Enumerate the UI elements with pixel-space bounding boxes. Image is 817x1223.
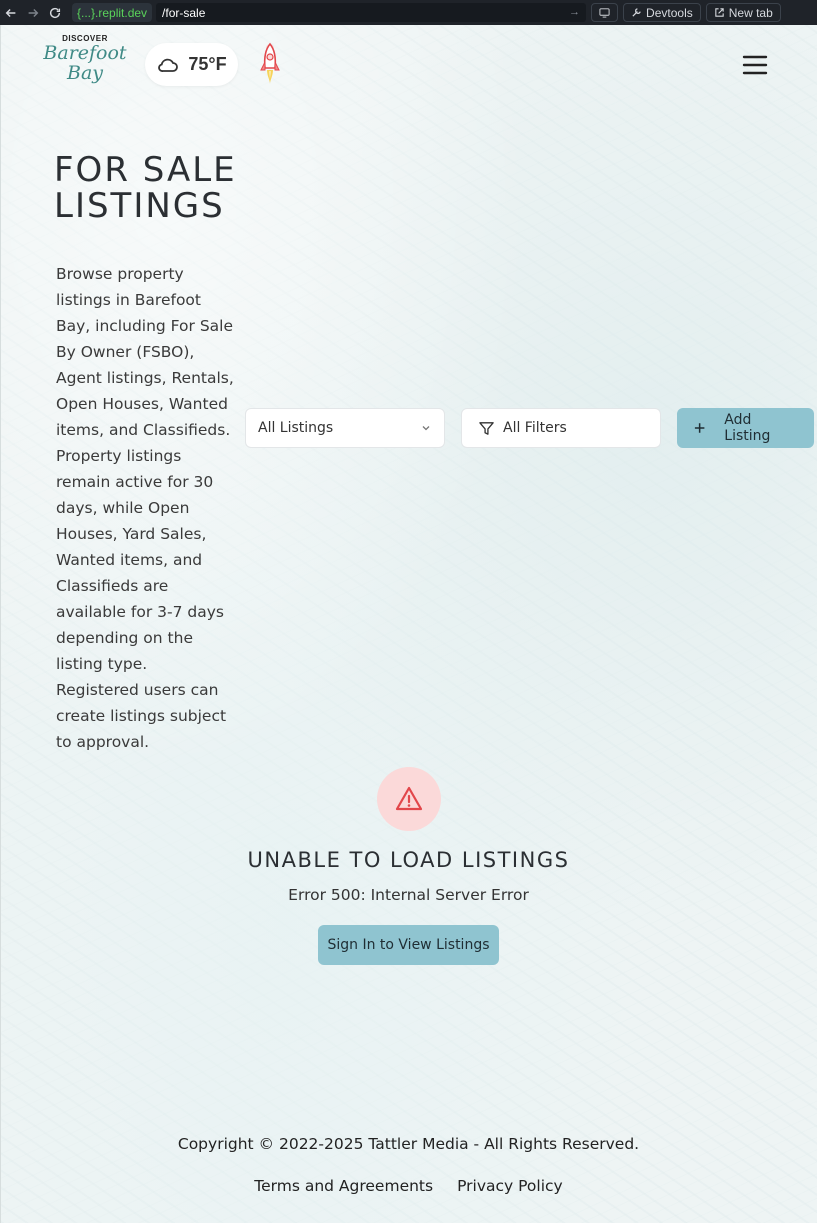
add-listing-button[interactable]: Add Listing [677, 408, 814, 448]
new-tab-button[interactable]: New tab [705, 3, 781, 22]
weather-temp: 75°F [188, 54, 227, 74]
cloud-icon [158, 58, 179, 72]
error-message: Error 500: Internal Server Error [288, 886, 529, 904]
back-button[interactable] [0, 0, 22, 25]
browser-toolbar: {...}.replit.dev /for-sale → Devtools Ne… [0, 0, 817, 25]
add-listing-label: Add Listing [724, 412, 771, 444]
devtools-label: Devtools [646, 5, 693, 20]
arrow-right-icon [28, 8, 39, 17]
go-arrow-icon[interactable]: → [569, 6, 580, 18]
plus-icon [694, 423, 705, 433]
wrench-icon [632, 8, 641, 17]
arrow-left-icon [5, 8, 16, 17]
filter-icon [479, 421, 494, 435]
chevron-down-icon [422, 426, 430, 431]
listing-type-value: All Listings [258, 420, 334, 436]
external-link-icon [715, 8, 724, 17]
reload-button[interactable] [44, 0, 66, 25]
footer-links: Terms and Agreements Privacy Policy [0, 1177, 817, 1195]
url-bar[interactable]: /for-sale → [156, 3, 587, 22]
forward-button[interactable] [22, 0, 44, 25]
privacy-link[interactable]: Privacy Policy [457, 1177, 563, 1195]
filters-label: All Filters [503, 420, 567, 436]
reload-icon [49, 7, 61, 18]
page-description: Browse property listings in Barefoot Bay… [56, 265, 234, 751]
hamburger-menu-icon[interactable] [741, 52, 769, 78]
screen-button[interactable] [591, 3, 619, 22]
weather-widget[interactable]: 75°F [145, 43, 238, 86]
rocket-icon[interactable] [256, 40, 284, 94]
error-title: Unable to Load Listings [247, 848, 570, 872]
page-title: For Sale Listings [54, 150, 237, 226]
error-icon-badge [377, 767, 441, 831]
monitor-icon [599, 8, 610, 18]
url-path: /for-sale [162, 5, 206, 20]
devtools-button[interactable]: Devtools [623, 3, 701, 22]
site-logo[interactable]: DISCOVER Barefoot Bay [40, 34, 130, 92]
listing-type-select[interactable]: All Listings [245, 408, 445, 448]
footer-copyright: Copyright © 2022-2025 Tattler Media - Al… [177, 1135, 640, 1153]
warning-triangle-icon [395, 786, 423, 811]
logo-line-1: Barefoot [43, 42, 127, 64]
sign-in-button[interactable]: Sign In to View Listings [318, 925, 499, 965]
logo-line-2: Bay [66, 62, 104, 84]
new-tab-label: New tab [728, 5, 773, 20]
all-filters-button[interactable]: All Filters [461, 408, 661, 448]
terms-link[interactable]: Terms and Agreements [254, 1177, 433, 1195]
url-host[interactable]: {...}.replit.dev [72, 3, 153, 22]
